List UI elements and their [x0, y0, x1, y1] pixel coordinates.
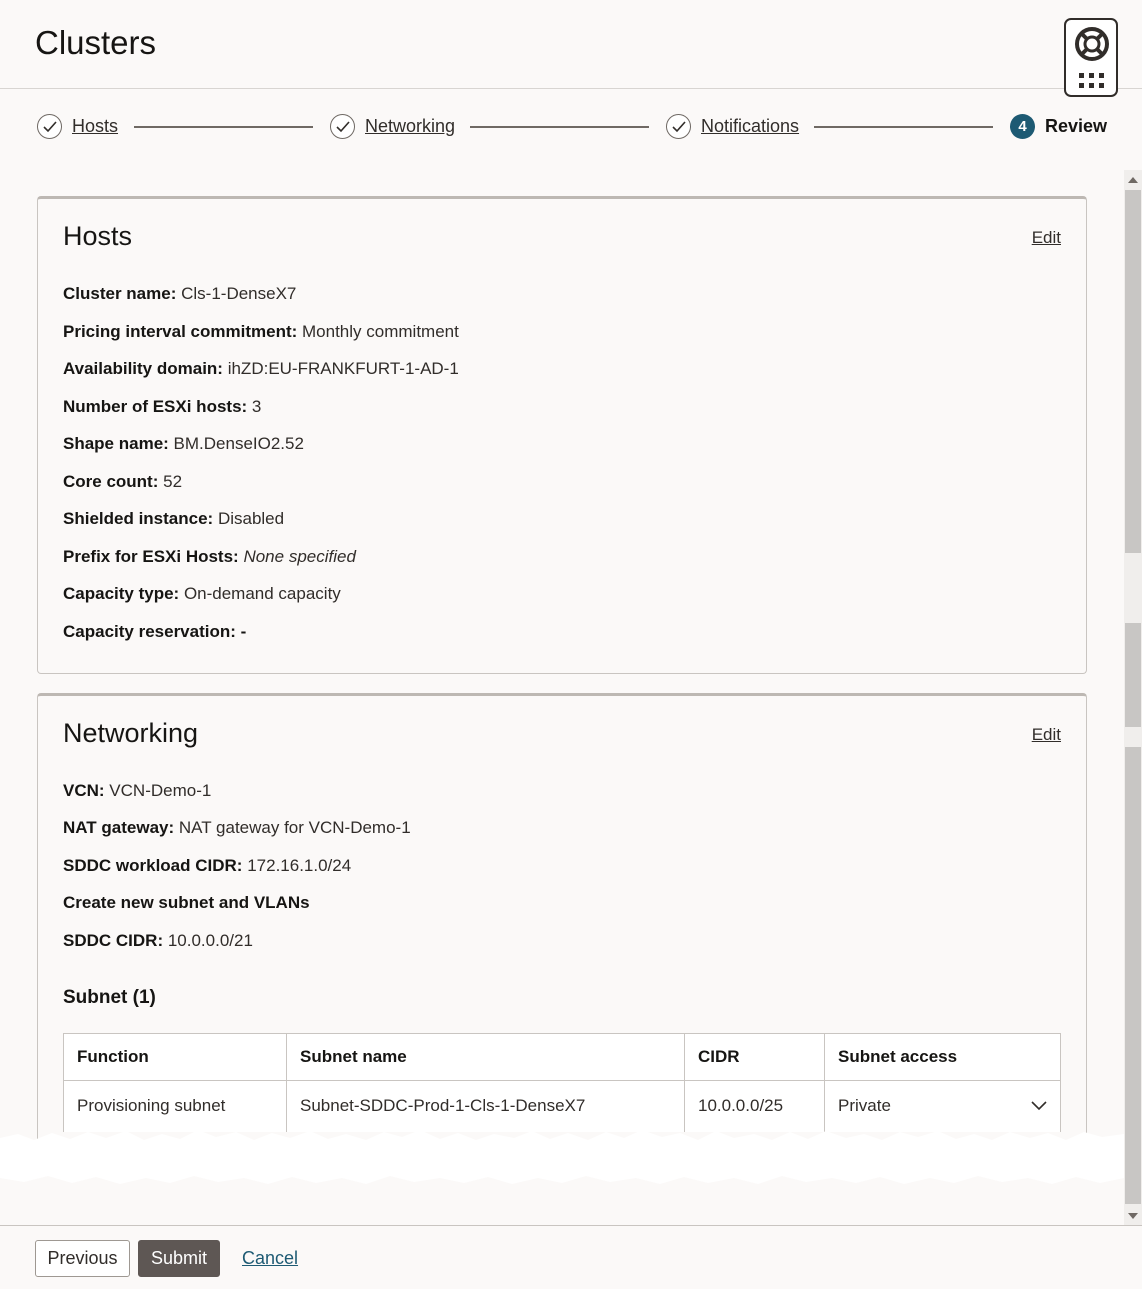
step-label[interactable]: Notifications — [701, 116, 799, 137]
help-widget[interactable] — [1064, 18, 1118, 97]
hosts-review-card: Hosts Edit Cluster name: Cls-1-DenseX7 P… — [37, 196, 1087, 674]
app-grid-icon — [1079, 73, 1105, 89]
previous-button[interactable]: Previous — [35, 1240, 130, 1277]
cell-subnet-name: Subnet-SDDC-Prod-1-Cls-1-DenseX7 — [286, 1080, 685, 1132]
field-capacity-reservation: Capacity reservation: - — [63, 622, 247, 641]
scrollbar-track-segment — [1125, 747, 1141, 1204]
table-row: Provisioning subnet Subnet-SDDC-Prod-1-C… — [63, 1080, 1061, 1132]
scroll-up-arrow-icon[interactable] — [1128, 177, 1138, 183]
table-header-row: Function Subnet name CIDR Subnet access — [63, 1033, 1061, 1081]
step-label[interactable]: Networking — [365, 116, 455, 137]
page-title: Clusters — [35, 24, 157, 61]
step-label: Review — [1045, 116, 1108, 136]
cell-function: Provisioning subnet — [63, 1080, 287, 1132]
wizard-stepper: Hosts Networking Notifications 4 Review — [0, 90, 1142, 162]
field-pricing-interval: Pricing interval commitment: Monthly com… — [63, 322, 459, 341]
networking-review-card: Networking Edit VCN: VCN-Demo-1 NAT gate… — [37, 693, 1087, 1183]
torn-edge-decoration — [0, 1130, 1124, 1192]
cell-subnet-access: Private — [824, 1080, 1061, 1132]
column-header-cidr: CIDR — [684, 1033, 825, 1081]
checkmark-icon — [666, 114, 691, 139]
subnet-table: Function Subnet name CIDR Subnet access … — [63, 1033, 1061, 1132]
step-connector — [134, 126, 313, 128]
cancel-link[interactable]: Cancel — [242, 1248, 298, 1269]
column-header-function: Function — [63, 1033, 287, 1081]
subnet-heading: Subnet (1) — [63, 987, 156, 1008]
step-connector — [814, 126, 993, 128]
step-label[interactable]: Hosts — [72, 116, 118, 137]
wizard-footer: Previous Submit Cancel — [0, 1225, 1142, 1289]
column-header-subnet-access: Subnet access — [824, 1033, 1061, 1081]
field-vcn: VCN: VCN-Demo-1 — [63, 781, 212, 800]
step-networking[interactable]: Networking — [330, 114, 455, 139]
step-number-badge: 4 — [1010, 114, 1035, 139]
card-title: Hosts — [63, 221, 133, 251]
field-cluster-name: Cluster name: Cls-1-DenseX7 — [63, 284, 297, 303]
column-header-subnet-name: Subnet name — [286, 1033, 685, 1081]
checkmark-icon — [37, 114, 62, 139]
subnet-access-value: Private — [838, 1096, 891, 1116]
submit-button[interactable]: Submit — [138, 1240, 220, 1277]
field-esxi-prefix: Prefix for ESXi Hosts: None specified — [63, 547, 356, 566]
step-review: 4 Review — [1010, 114, 1107, 139]
field-capacity-type: Capacity type: On-demand capacity — [63, 584, 341, 603]
field-sddc-workload-cidr: SDDC workload CIDR: 172.16.1.0/24 — [63, 856, 352, 875]
page-header: Clusters — [0, 0, 1142, 89]
field-core-count: Core count: 52 — [63, 472, 183, 491]
scrollbar-track-segment — [1125, 623, 1141, 727]
step-hosts[interactable]: Hosts — [37, 114, 118, 139]
field-sddc-cidr: SDDC CIDR: 10.0.0.0/21 — [63, 931, 253, 950]
cell-cidr: 10.0.0.0/25 — [684, 1080, 825, 1132]
edit-hosts-link[interactable]: Edit — [1032, 228, 1061, 248]
field-esxi-host-count: Number of ESXi hosts: 3 — [63, 397, 262, 416]
edit-networking-link[interactable]: Edit — [1032, 725, 1061, 745]
checkmark-icon — [330, 114, 355, 139]
review-content: Hosts Edit Cluster name: Cls-1-DenseX7 P… — [0, 162, 1124, 1225]
scroll-down-arrow-icon[interactable] — [1128, 1213, 1138, 1219]
chevron-down-icon[interactable] — [1031, 1096, 1047, 1116]
step-notifications[interactable]: Notifications — [666, 114, 799, 139]
field-availability-domain: Availability domain: ihZD:EU-FRANKFURT-1… — [63, 359, 459, 378]
field-shielded-instance: Shielded instance: Disabled — [63, 509, 285, 528]
lifebuoy-icon — [1074, 26, 1110, 67]
scrollbar-thumb[interactable] — [1125, 190, 1141, 553]
field-nat-gateway: NAT gateway: NAT gateway for VCN-Demo-1 — [63, 818, 411, 837]
vertical-scrollbar[interactable] — [1124, 170, 1142, 1225]
step-connector — [470, 126, 649, 128]
field-shape-name: Shape name: BM.DenseIO2.52 — [63, 434, 304, 453]
card-title: Networking — [63, 718, 199, 748]
field-create-subnet: Create new subnet and VLANs — [63, 893, 310, 912]
